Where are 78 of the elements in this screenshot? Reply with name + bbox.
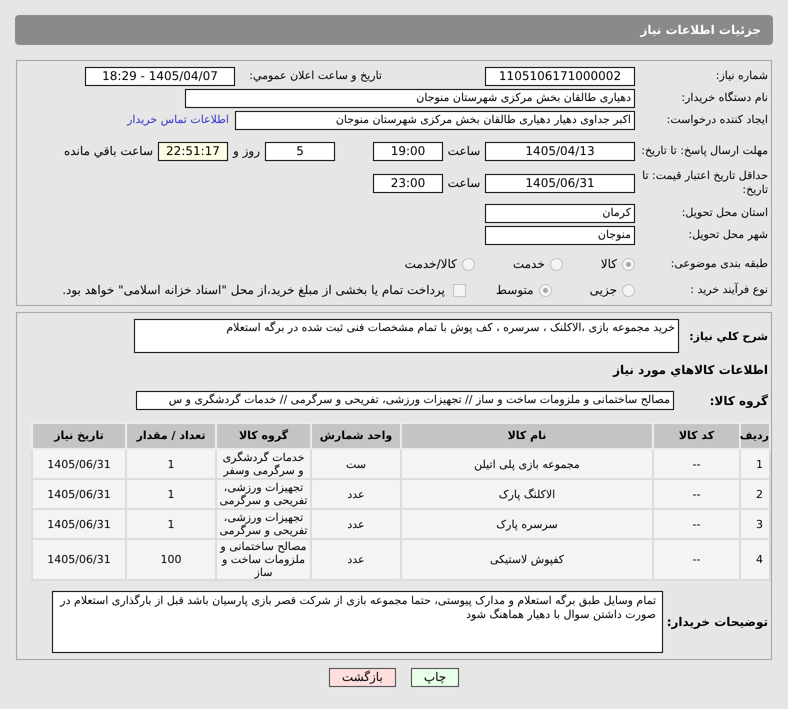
- field-label: گروه کالا:: [708, 392, 769, 410]
- option-label: کالا/خدمت: [404, 256, 457, 273]
- remaining-label: ساعت باقي مانده: [64, 143, 153, 160]
- column-header: تعداد / مقدار: [126, 423, 216, 449]
- field-label: حداقل تاریخ اعتبار قیمت: تا تاریخ:: [641, 169, 769, 197]
- field-label: استان محل تحویل:: [680, 206, 769, 220]
- section-heading: اطلاعات کالاهاي مورد نیاز: [612, 362, 769, 379]
- date-field[interactable]: 1405/04/13: [485, 142, 635, 160]
- column-header: کد کالا: [653, 423, 740, 449]
- table-cell: ست: [311, 449, 401, 479]
- notes-box[interactable]: تمام وسایل طبق برگه استعلام و مدارک پیوستی، حتما مجموعه بازی از شرکت قصر بازی پارسیان باشد قبل از بارگذاری استعلام در صورت داشتن سوال با دهیار هماهنگ شود: [52, 591, 663, 653]
- column-header: گروه کالا: [216, 423, 311, 449]
- field-label: توضیحات خریدار:: [666, 614, 769, 631]
- field-label: تاریخ و ساعت اعلان عمومي:: [248, 69, 383, 83]
- back-button[interactable]: بازگشت: [328, 668, 396, 687]
- table-cell: سرسره پارک: [401, 509, 653, 539]
- field-label: مهلت ارسال پاسخ: تا تاریخ:: [640, 144, 769, 158]
- table-cell: 4: [740, 539, 770, 580]
- need-number-field[interactable]: 1105106171000002: [485, 66, 635, 86]
- table-cell: عدد: [311, 479, 401, 509]
- time-label: ساعت: [446, 143, 482, 160]
- table-cell: --: [653, 449, 740, 479]
- field-label: ایجاد کننده درخواست:: [666, 113, 769, 127]
- field-label: شرح کلي نیاز:: [688, 329, 769, 345]
- column-header: ردیف: [740, 423, 770, 449]
- table-cell: 1405/06/31: [32, 509, 126, 539]
- field-label: شهر محل تحویل:: [687, 228, 769, 242]
- time-field[interactable]: 23:00: [373, 174, 443, 192]
- time-label: ساعت: [446, 175, 482, 192]
- field-label: طبقه بندی موضوعی:: [670, 257, 769, 271]
- announce-date-field[interactable]: 1405/04/07 - 18:29: [85, 66, 235, 86]
- treasury-note: پرداخت تمام یا بخشی از مبلغ خرید،از محل "اسناد خزانه اسلامی" خواهد بود.: [62, 282, 445, 299]
- requester-field[interactable]: اکبر جداوی دهیار دهیاری طالقان بخش مرکزی شهرستان منوجان: [235, 110, 635, 130]
- table-cell: 1405/06/31: [32, 449, 126, 479]
- table-cell: کفپوش لاستیکی: [401, 539, 653, 580]
- table-cell: 3: [740, 509, 770, 539]
- page-title: جزئیات اطلاعات نیاز: [640, 22, 761, 39]
- time-field[interactable]: 19:00: [373, 142, 443, 160]
- remaining-time-field[interactable]: 22:51:17: [158, 142, 228, 160]
- field-label: نوع فرآیند خرید :: [689, 283, 769, 297]
- date-field[interactable]: 1405/06/31: [485, 174, 635, 192]
- table-cell: مجموعه بازی پلی اتیلن: [401, 449, 653, 479]
- table-cell: الاکلنگ پارک: [401, 479, 653, 509]
- goods-group-field[interactable]: مصالح ساختمانی و ملزومات ساخت و ساز // تجهیزات ورزشی، تفریحی و سرگرمی // خدمات گردشگری و س: [136, 391, 674, 410]
- table-cell: 1: [126, 479, 216, 509]
- province-field[interactable]: کرمان: [485, 204, 635, 222]
- description-box[interactable]: خرید مجموعه بازی ،الاکلنک ، سرسره ، کف پوش با تمام مشخصات فنی ثبت شده در برگه استعلام: [134, 319, 679, 353]
- table-cell: مصالح ساختمانی و ملزومات ساخت و ساز: [216, 539, 311, 580]
- contact-link[interactable]: اطلاعات تماس خریدار: [127, 112, 229, 128]
- table-cell: 1: [126, 449, 216, 479]
- city-field[interactable]: منوجان: [485, 226, 635, 244]
- option-label: جزیی: [590, 282, 617, 299]
- field-label: شماره نیاز:: [714, 69, 769, 83]
- table-cell: خدمات گردشگری و سرگرمی وسفر: [216, 449, 311, 479]
- days-label: روز و: [232, 143, 261, 160]
- option-label: کالا: [600, 256, 617, 273]
- field-label: نام دستگاه خریدار:: [680, 91, 769, 105]
- table-cell: --: [653, 539, 740, 580]
- column-header: تاریخ نیاز: [32, 423, 126, 449]
- table-cell: 2: [740, 479, 770, 509]
- table-cell: عدد: [311, 509, 401, 539]
- option-label: متوسط: [496, 282, 534, 299]
- table-cell: 1405/06/31: [32, 539, 126, 580]
- table-cell: عدد: [311, 539, 401, 580]
- table-cell: 1405/06/31: [32, 479, 126, 509]
- table-cell: 100: [126, 539, 216, 580]
- table-cell: --: [653, 479, 740, 509]
- table-cell: 1: [126, 509, 216, 539]
- column-header: واحد شمارش: [311, 423, 401, 449]
- days-field[interactable]: 5: [265, 142, 335, 160]
- table-cell: --: [653, 509, 740, 539]
- option-label: خدمت: [512, 256, 545, 273]
- buyer-org-field[interactable]: دهیاری طالقان بخش مرکزی شهرستان منوجان: [185, 88, 635, 108]
- table-cell: 1: [740, 449, 770, 479]
- print-button[interactable]: چاپ: [410, 668, 460, 687]
- column-header: نام کالا: [401, 423, 653, 449]
- table-cell: تجهیزات ورزشی، تفریحی و سرگرمی: [216, 509, 311, 539]
- table-cell: تجهیزات ورزشی، تفریحی و سرگرمی: [216, 479, 311, 509]
